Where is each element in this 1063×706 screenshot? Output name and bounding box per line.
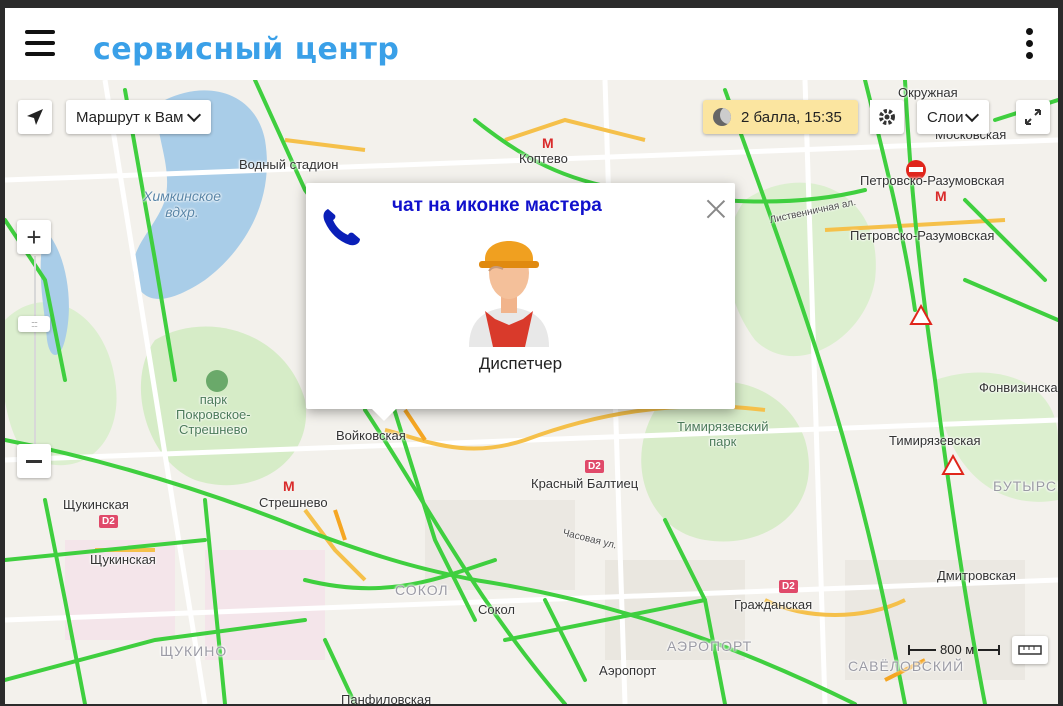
traffic-button[interactable]: 2 балла, 15:35 [703,100,858,134]
app-window: сервисный центр Водный стадион Коптево О… [5,8,1058,704]
worker-avatar[interactable] [463,221,555,347]
map-scale: 800 м [908,642,1001,657]
map-label: Сокол [478,602,515,617]
d2-badge: D2 [585,460,604,473]
map-label: Фонвизинская [979,380,1058,395]
map-label: Химкинское вдхр. [143,188,222,220]
zoom-control: + :::: [17,220,53,482]
map-label: Стрешнево [259,495,328,510]
zoom-slider-handle[interactable]: :::: [18,316,50,332]
map-label: Дмитровская [937,568,1016,583]
map-label: Петровско-Разумовская [860,173,1005,188]
fullscreen-button[interactable] [1016,100,1050,134]
map-label: Окружная [898,85,958,100]
map-label: Тимирязевская [889,433,981,448]
map-label: Панфиловская [341,692,432,704]
map-label: САВЁЛОВСКИЙ [848,658,965,674]
ruler-button[interactable] [1012,636,1048,664]
map-label: Щукинская [90,552,156,567]
menu-icon[interactable] [25,30,57,58]
map-label: Водный стадион [239,157,339,172]
phone-icon[interactable] [320,205,362,247]
kebab-icon[interactable] [1024,28,1034,64]
locate-icon [27,109,43,125]
traffic-label: 2 балла, 15:35 [741,108,842,126]
zoom-track[interactable] [34,256,36,446]
map-label: Войковская [336,428,406,443]
traffic-level-icon [713,108,731,126]
d2-badge: D2 [779,580,798,593]
map-label: парк Покровское- Стрешнево [176,392,251,437]
map-view[interactable]: Водный стадион Коптево Окружная Московск… [5,80,1058,704]
map-label: Коптево [519,151,568,166]
grip-icon: :::: [30,319,38,329]
header: сервисный центр [5,8,1058,80]
chevron-down-icon [965,107,980,122]
zoom-out-icon [26,459,42,463]
popup-name: Диспетчер [478,354,563,373]
map-label: ЩУКИНО [160,643,228,659]
zoom-in-icon: + [26,222,42,252]
close-icon[interactable] [705,197,727,219]
map-label: Гражданская [734,597,813,612]
metro-icon: M [542,135,554,151]
map-label: Тимирязевский парк [677,419,769,449]
route-button[interactable]: Маршрут к Вам [66,100,212,134]
popup-tail [372,409,396,421]
fullscreen-icon [1025,109,1041,125]
map-label: СОКОЛ [395,582,449,598]
layers-button[interactable]: Слои [917,100,990,134]
d2-badge: D2 [99,515,118,528]
map-popup: чат на иконке мастера Диспетчер [306,183,735,421]
map-label: Красный Балтиец [531,476,639,491]
metro-icon: M [935,188,947,204]
map-label: АЭРОПОРТ [667,638,753,654]
map-label: Аэропорт [599,663,657,678]
map-label: Петровско-Разумовская [850,228,995,243]
park-icon [206,370,228,392]
map-label: БУТЫРСКИЙ [993,478,1058,494]
scale-label: 800 м [940,642,975,657]
ruler-icon [1018,645,1042,655]
traffic-settings-button[interactable] [870,100,904,134]
zoom-in-button[interactable]: + [17,220,51,254]
locate-button[interactable] [18,100,52,134]
metro-icon: M [283,478,295,494]
map-label: Щукинская [63,497,129,512]
popup-title: чат на иконке мастера [392,195,602,216]
brand-title: сервисный центр [93,32,400,67]
route-label: Маршрут к Вам [76,108,184,126]
gear-icon [879,109,895,125]
layers-label: Слои [927,108,964,126]
zoom-out-button[interactable] [17,444,51,478]
